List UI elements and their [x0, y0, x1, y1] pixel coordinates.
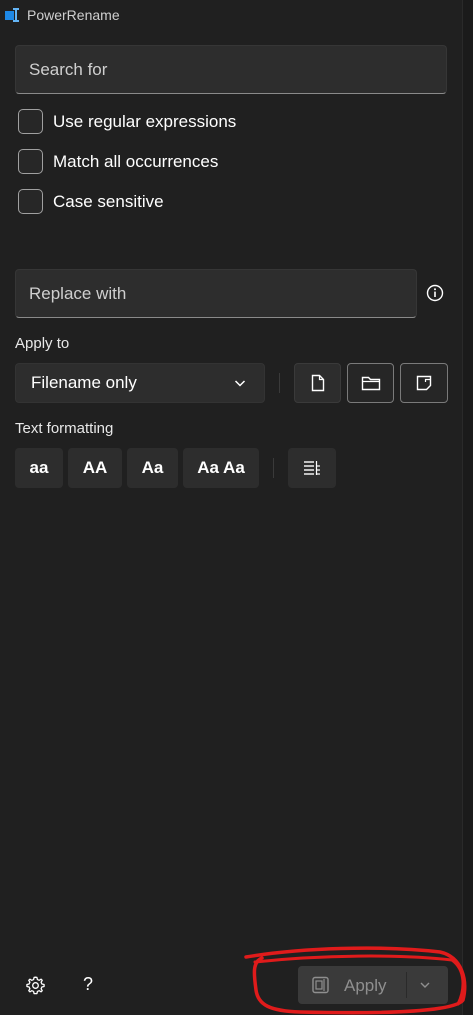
apply-label: Apply: [344, 976, 387, 995]
apply-button[interactable]: Apply: [298, 966, 448, 1004]
apply-split-divider: [406, 972, 407, 998]
chevron-down-icon: [234, 380, 246, 387]
help-button[interactable]: ?: [83, 974, 93, 995]
search-placeholder: Search for: [29, 59, 108, 79]
case-sensitive-checkbox[interactable]: [18, 189, 43, 214]
match-all-label: Match all occurrences: [53, 151, 219, 171]
background-window-edge: [462, 0, 473, 1015]
case-sensitive-label: Case sensitive: [53, 191, 164, 211]
match-all-checkbox[interactable]: [18, 149, 43, 174]
match-all-option[interactable]: Match all occurrences: [18, 149, 218, 174]
replace-input[interactable]: Replace with: [15, 269, 417, 318]
file-icon: [311, 374, 324, 392]
apply-to-selected: Filename only: [31, 373, 137, 392]
apply-to-folder-button[interactable]: [347, 363, 394, 403]
use-regex-label: Use regular expressions: [53, 111, 237, 131]
lowercase-button[interactable]: aa: [15, 448, 63, 488]
titlecase-button[interactable]: Aa: [127, 448, 178, 488]
case-sensitive-option[interactable]: Case sensitive: [18, 189, 164, 214]
divider: [279, 373, 280, 393]
rename-icon: [312, 976, 329, 994]
divider: [273, 458, 274, 478]
window-title: PowerRename: [27, 7, 120, 23]
apply-to-file-button[interactable]: [294, 363, 341, 403]
title-bar: PowerRename: [0, 0, 462, 30]
capitalize-each-word-button[interactable]: Aa Aa: [183, 448, 259, 488]
replace-placeholder: Replace with: [29, 283, 127, 303]
apply-to-label: Apply to: [15, 335, 70, 352]
enumerate-items-button[interactable]: [288, 448, 336, 488]
gear-icon[interactable]: [25, 975, 46, 996]
uppercase-button[interactable]: AA: [68, 448, 122, 488]
powerrename-app-icon: [5, 8, 19, 22]
text-formatting-label: Text formatting: [15, 420, 114, 437]
chevron-down-icon[interactable]: [420, 981, 430, 989]
folder-icon: [361, 376, 380, 391]
enumerate-list-icon: [304, 461, 320, 475]
info-icon[interactable]: [426, 284, 444, 302]
use-regex-checkbox[interactable]: [18, 109, 43, 134]
use-regex-option[interactable]: Use regular expressions: [18, 109, 236, 134]
apply-to-extension-button[interactable]: [400, 363, 448, 403]
file-extension-icon: [416, 375, 432, 391]
search-input[interactable]: Search for: [15, 45, 447, 94]
apply-to-dropdown[interactable]: Filename only: [15, 363, 265, 403]
